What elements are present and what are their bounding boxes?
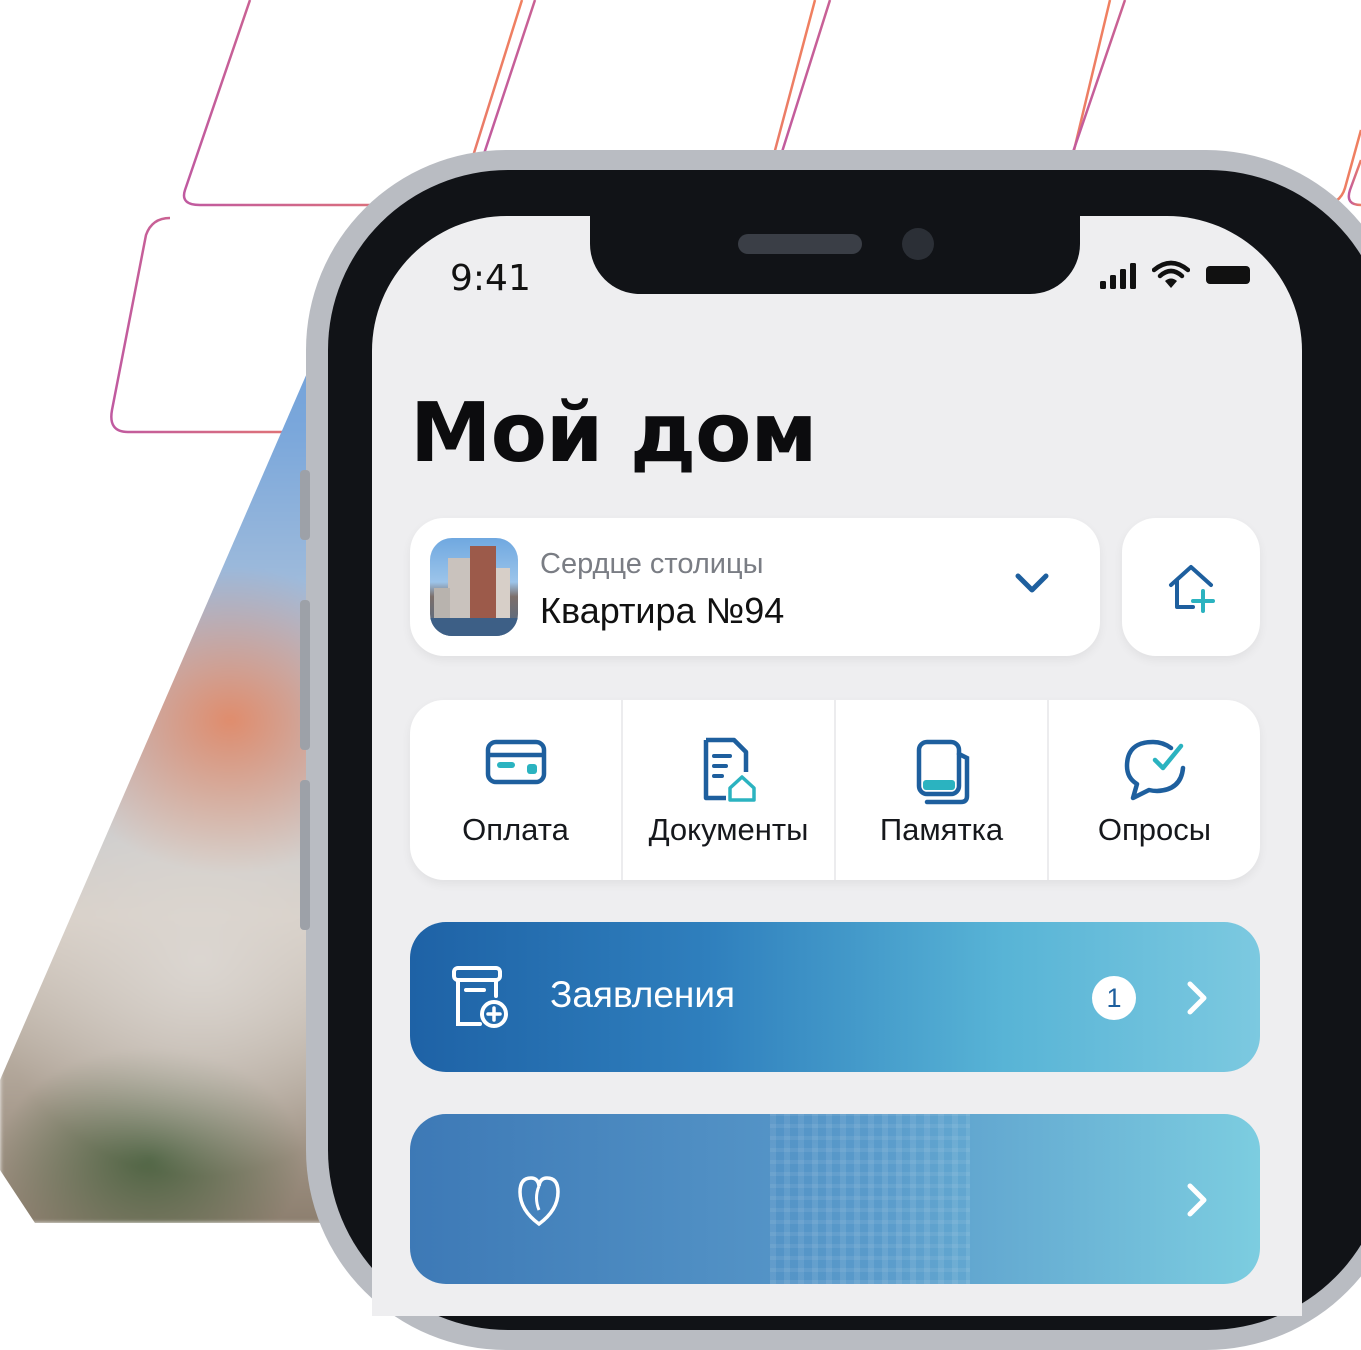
quick-actions: Оплата Документы Памятка Опросы bbox=[410, 700, 1260, 880]
poll-chat-icon bbox=[1124, 739, 1185, 801]
status-icons bbox=[1098, 260, 1254, 290]
battery-icon bbox=[1206, 266, 1250, 284]
phone-side-button bbox=[300, 600, 310, 750]
applications-count-badge: 1 bbox=[1092, 976, 1136, 1020]
chevron-down-icon bbox=[1015, 573, 1049, 593]
add-home-button[interactable] bbox=[1122, 518, 1260, 656]
action-payment[interactable]: Оплата bbox=[410, 700, 623, 880]
document-home-icon bbox=[703, 737, 756, 802]
application-add-icon bbox=[452, 966, 508, 1028]
apartment-thumbnail bbox=[430, 538, 518, 636]
action-polls[interactable]: Опросы bbox=[1049, 700, 1260, 880]
action-memo[interactable]: Памятка bbox=[836, 700, 1049, 880]
action-payment-label: Оплата bbox=[462, 812, 569, 847]
apartment-name: Квартира №94 bbox=[540, 590, 785, 631]
page-title: Мой дом bbox=[410, 386, 818, 481]
phone-side-button bbox=[300, 780, 310, 930]
action-documents[interactable]: Документы bbox=[623, 700, 836, 880]
action-documents-label: Документы bbox=[648, 812, 809, 847]
status-time: 9:41 bbox=[450, 258, 531, 299]
signal-icon bbox=[1100, 263, 1136, 289]
phone-side-button bbox=[300, 470, 310, 540]
applications-banner[interactable]: Заявления 1 bbox=[410, 922, 1260, 1072]
action-memo-label: Памятка bbox=[879, 812, 1004, 847]
residential-complex-name: Сердце столицы bbox=[540, 548, 764, 580]
chevron-right-icon bbox=[1187, 1183, 1207, 1217]
heart-logo-icon bbox=[518, 1176, 560, 1227]
card-icon bbox=[485, 739, 546, 785]
phone-notch bbox=[590, 216, 1080, 294]
apartment-selector[interactable]: Сердце столицы Квартира №94 bbox=[410, 518, 1100, 656]
memo-icon bbox=[916, 739, 969, 805]
add-home-icon bbox=[1169, 565, 1215, 613]
banner-building-image bbox=[770, 1114, 970, 1284]
wifi-icon bbox=[1152, 260, 1190, 288]
applications-label: Заявления bbox=[550, 974, 736, 1015]
phone-screen: 9:41 Мой дом Сердце столицы Квартира №94… bbox=[372, 216, 1302, 1316]
action-polls-label: Опросы bbox=[1097, 812, 1212, 847]
front-camera bbox=[902, 228, 934, 260]
residential-complex-banner[interactable] bbox=[410, 1114, 1260, 1284]
chevron-right-icon bbox=[1187, 981, 1207, 1015]
speaker-grille bbox=[738, 234, 862, 254]
